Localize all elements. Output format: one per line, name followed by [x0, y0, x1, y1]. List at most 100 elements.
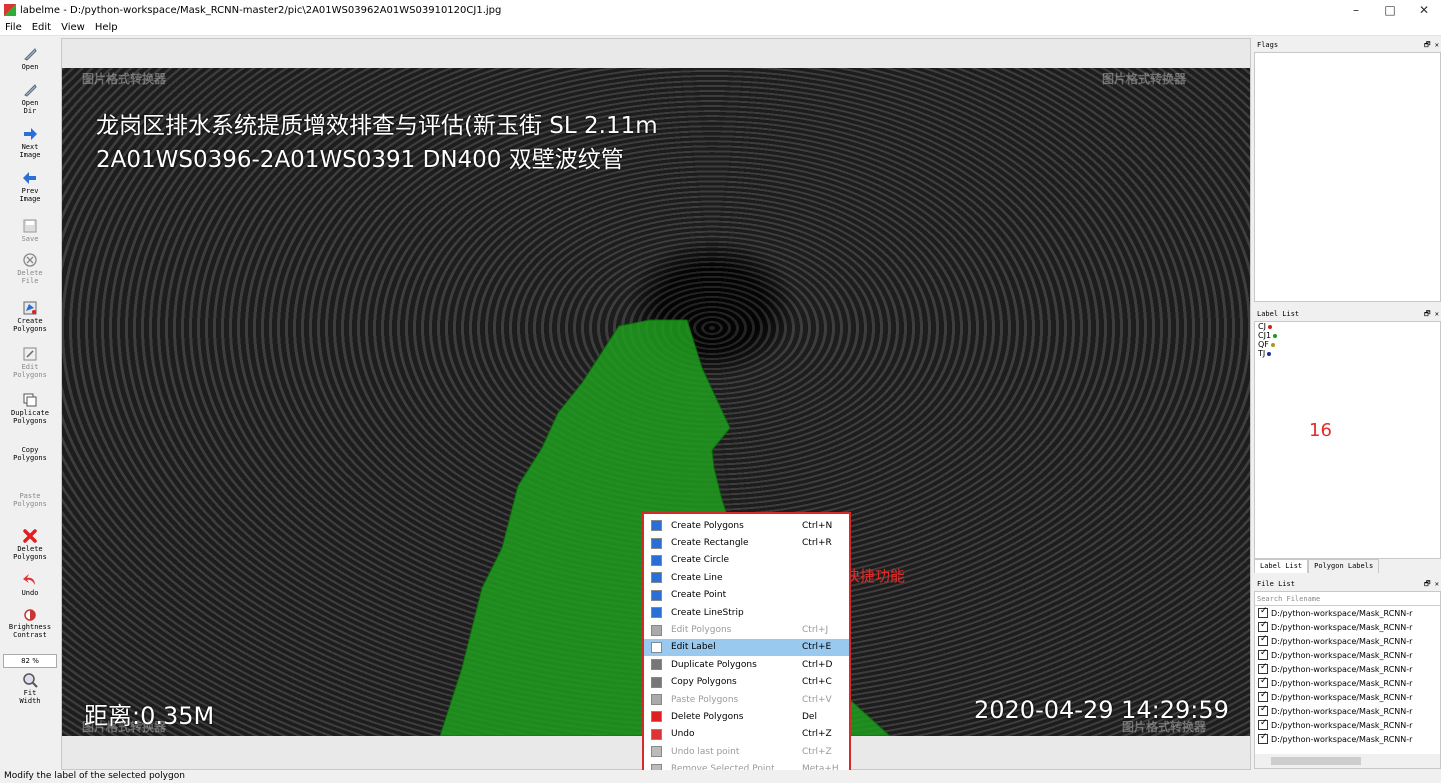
- label-item-cj[interactable]: CJ: [1255, 322, 1440, 331]
- context-menu-item[interactable]: Delete Polygons Del: [644, 708, 849, 725]
- file-list-item[interactable]: D:/python-workspace/Mask_RCNN-r: [1255, 718, 1440, 732]
- open-button[interactable]: Open: [0, 46, 60, 71]
- context-menu-item[interactable]: Create Circle: [644, 552, 849, 569]
- create-polygons-button[interactable]: Create Polygons: [0, 300, 60, 333]
- file-checkbox[interactable]: [1258, 690, 1268, 702]
- undo-icon: [23, 574, 35, 585]
- menu-item-icon: [651, 711, 662, 723]
- save-button[interactable]: Save: [0, 218, 60, 243]
- next-image-button[interactable]: Next Image: [0, 126, 60, 159]
- duplicate-polygons-button[interactable]: Duplicate Polygons: [0, 392, 60, 425]
- label-item-qf[interactable]: QF: [1255, 340, 1440, 349]
- menu-view[interactable]: View: [56, 22, 90, 33]
- dock-float-close-icon[interactable]: 🗗 ✕: [1424, 38, 1439, 52]
- file-list-scrollbar[interactable]: [1255, 754, 1440, 768]
- file-search-input[interactable]: Search Filename: [1255, 592, 1440, 606]
- context-menu-item[interactable]: Duplicate Polygons Ctrl+D: [644, 656, 849, 673]
- overlay-timestamp: 2020-04-29 14:29:59: [974, 696, 1229, 724]
- file-checkbox[interactable]: [1258, 620, 1268, 632]
- menu-item-icon: [651, 746, 662, 758]
- color-dot-icon: [1267, 351, 1272, 356]
- context-menu-item[interactable]: Paste Polygons Ctrl+V: [644, 691, 849, 708]
- file-checkbox[interactable]: [1258, 718, 1268, 730]
- watermark-top-left: 图片格式转换器: [82, 72, 167, 86]
- close-button[interactable]: ✕: [1407, 0, 1441, 20]
- edit-polygon-icon: [23, 347, 37, 361]
- label-item-tj[interactable]: TJ: [1255, 349, 1440, 358]
- context-menu-item[interactable]: Edit Polygons Ctrl+J: [644, 621, 849, 638]
- delete-polygons-button[interactable]: Delete Polygons: [0, 528, 60, 561]
- paste-polygons-button[interactable]: Paste Polygons: [0, 492, 60, 508]
- menu-item-label: Create Rectangle: [671, 538, 749, 549]
- context-menu-item[interactable]: Create Point: [644, 587, 849, 604]
- dock-float-close-icon[interactable]: 🗗 ✕: [1424, 307, 1439, 321]
- menu-item-icon: [651, 676, 662, 688]
- context-menu-item[interactable]: Create Rectangle Ctrl+R: [644, 534, 849, 551]
- flags-dock-title: Flags 🗗 ✕: [1254, 38, 1441, 52]
- copy-polygons-button[interactable]: Copy Polygons: [0, 446, 60, 462]
- file-list-item[interactable]: D:/python-workspace/Mask_RCNN-r: [1255, 648, 1440, 662]
- undo-button[interactable]: Undo: [0, 572, 60, 597]
- menu-item-label: Copy Polygons: [671, 677, 737, 688]
- menu-file[interactable]: File: [0, 22, 27, 33]
- maximize-button[interactable]: □: [1373, 0, 1407, 20]
- label-list-panel[interactable]: CJ CJ1 QF TJ: [1254, 321, 1441, 559]
- menu-item-icon: [651, 607, 662, 619]
- menu-item-shortcut: Ctrl+E: [802, 642, 832, 653]
- context-menu-item[interactable]: Undo last point Ctrl+Z: [644, 743, 849, 760]
- flags-panel[interactable]: [1254, 52, 1441, 302]
- context-menu-item[interactable]: Undo Ctrl+Z: [644, 726, 849, 743]
- fit-width-button[interactable]: Fit Width: [0, 672, 60, 705]
- file-checkbox[interactable]: [1258, 606, 1268, 618]
- save-icon: [23, 219, 37, 233]
- context-menu-item[interactable]: Create Line: [644, 569, 849, 586]
- delete-file-icon: [23, 253, 37, 267]
- menu-bar: File Edit View Help: [0, 20, 1441, 36]
- menu-item-label: Create Point: [671, 590, 727, 601]
- menu-item-label: Edit Label: [671, 642, 716, 653]
- minimize-button[interactable]: –: [1339, 0, 1373, 20]
- file-list-item[interactable]: D:/python-workspace/Mask_RCNN-r: [1255, 704, 1440, 718]
- context-menu-item[interactable]: Edit Label Ctrl+E: [644, 638, 849, 657]
- brightness-contrast-button[interactable]: Brightness Contrast: [0, 606, 60, 639]
- open-icon: [24, 48, 37, 61]
- file-list-item[interactable]: D:/python-workspace/Mask_RCNN-r: [1255, 606, 1440, 620]
- fit-width-icon: [23, 673, 38, 688]
- file-checkbox[interactable]: [1258, 732, 1268, 744]
- file-checkbox[interactable]: [1258, 634, 1268, 646]
- file-path: D:/python-workspace/Mask_RCNN-r: [1271, 608, 1413, 618]
- tab-label-list[interactable]: Label List: [1254, 559, 1309, 573]
- menu-item-shortcut: Ctrl+V: [802, 694, 832, 705]
- delete-file-button[interactable]: Delete File: [0, 252, 60, 285]
- dock-float-close-icon[interactable]: 🗗 ✕: [1424, 577, 1439, 591]
- file-list-item[interactable]: D:/python-workspace/Mask_RCNN-r: [1255, 732, 1440, 746]
- file-checkbox[interactable]: [1258, 704, 1268, 716]
- file-checkbox[interactable]: [1258, 676, 1268, 688]
- file-list-item[interactable]: D:/python-workspace/Mask_RCNN-r: [1255, 690, 1440, 704]
- zoom-level-spinbox[interactable]: 82 %: [3, 654, 57, 668]
- menu-edit[interactable]: Edit: [27, 22, 56, 33]
- scrollbar-thumb[interactable]: [1271, 757, 1361, 765]
- create-polygon-icon: [23, 301, 37, 315]
- prev-image-button[interactable]: Prev Image: [0, 170, 60, 203]
- file-list-item[interactable]: D:/python-workspace/Mask_RCNN-r: [1255, 634, 1440, 648]
- file-list-item[interactable]: D:/python-workspace/Mask_RCNN-r: [1255, 676, 1440, 690]
- file-list-item[interactable]: D:/python-workspace/Mask_RCNN-r: [1255, 620, 1440, 634]
- dock-tabs: Label List Polygon Labels: [1254, 559, 1441, 573]
- label-item-cj1[interactable]: CJ1: [1255, 331, 1440, 340]
- annotation-number: 16: [1309, 420, 1332, 441]
- menu-item-icon: [651, 694, 662, 706]
- menu-item-icon: [651, 641, 662, 653]
- context-menu-item[interactable]: Create Polygons Ctrl+N: [644, 517, 849, 534]
- edit-polygons-button[interactable]: Edit Polygons: [0, 346, 60, 379]
- open-dir-button[interactable]: Open Dir: [0, 82, 60, 115]
- menu-help[interactable]: Help: [90, 22, 123, 33]
- context-menu-item[interactable]: Copy Polygons Ctrl+C: [644, 674, 849, 691]
- tab-polygon-labels[interactable]: Polygon Labels: [1308, 559, 1380, 573]
- file-list-item[interactable]: D:/python-workspace/Mask_RCNN-r: [1255, 662, 1440, 676]
- file-checkbox[interactable]: [1258, 648, 1268, 660]
- context-menu-item[interactable]: Create LineStrip: [644, 604, 849, 621]
- file-checkbox[interactable]: [1258, 662, 1268, 674]
- menu-item-label: Undo last point: [671, 746, 740, 757]
- file-path: D:/python-workspace/Mask_RCNN-r: [1271, 650, 1413, 660]
